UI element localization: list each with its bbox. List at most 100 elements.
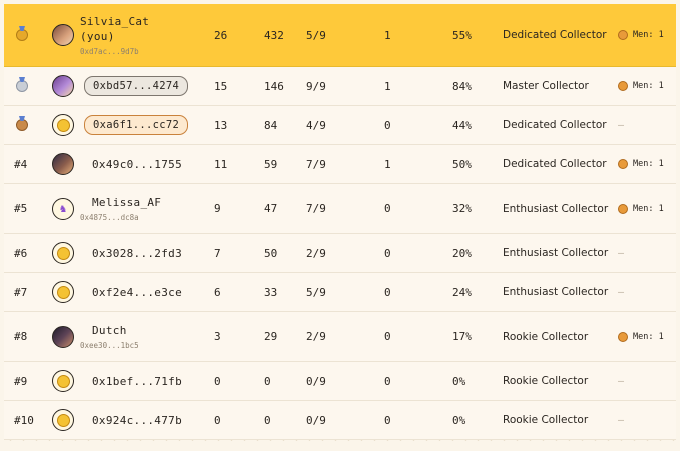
stat-c: 0/9 [306, 413, 326, 427]
table-row[interactable]: #8 Dutch 0xee30...1bc5 3 29 2/9 0 17% Ro… [4, 312, 676, 362]
men-count: — [618, 286, 625, 298]
stat-percent: 44% [452, 118, 472, 132]
men-icon [618, 81, 628, 91]
coin-icon [56, 246, 70, 260]
stat-b: 146 [264, 79, 284, 93]
men-count: — [618, 414, 625, 426]
stat-c: 7/9 [306, 157, 326, 171]
men-count: Men: 1 [633, 159, 664, 169]
avatar [52, 153, 74, 175]
stat-percent: 17% [452, 330, 472, 343]
men-count: Men: 1 [633, 331, 664, 342]
table-row[interactable]: #5 ♞ Melissa_AF 0x4875...dc8a 9 47 7/9 0… [4, 184, 676, 234]
stat-a: 11 [214, 157, 228, 171]
bronze-medal-icon [16, 119, 28, 131]
rank-number: #7 [14, 285, 28, 299]
stat-b: 0 [264, 374, 271, 388]
stat-d: 0 [384, 246, 391, 260]
coin-icon [56, 374, 70, 388]
collector-level: Enthusiast Collector [503, 286, 609, 298]
player-name[interactable]: 0x3028...2fd3 [92, 247, 182, 260]
men-count: — [618, 119, 625, 131]
stat-c: 9/9 [306, 79, 326, 93]
stat-a: 0 [214, 374, 221, 388]
you-label: (you) [80, 29, 115, 43]
stat-a: 7 [214, 246, 221, 260]
rank-number: #5 [14, 202, 28, 215]
table-row[interactable]: #9 0x1bef...71fb 0 0 0/9 0 0% Rookie Col… [4, 362, 676, 401]
stat-percent: 24% [452, 285, 472, 299]
stat-a: 6 [214, 285, 221, 299]
collector-level: Enthusiast Collector [503, 202, 609, 215]
table-row[interactable]: #4 0x49c0...1755 11 59 7/9 1 50% Dedicat… [4, 145, 676, 184]
table-row[interactable]: #6 0x3028...2fd3 7 50 2/9 0 20% Enthusia… [4, 234, 676, 273]
stat-percent: 0% [452, 374, 466, 388]
men-count: Men: 1 [633, 81, 664, 91]
men-icon [618, 30, 628, 40]
stat-d: 0 [384, 202, 391, 215]
avatar [52, 281, 74, 303]
collector-level: Rookie Collector [503, 375, 589, 387]
wallet-pill[interactable]: 0xbd57...4274 [84, 76, 189, 96]
stat-d: 1 [384, 79, 391, 93]
stat-d: 1 [384, 157, 391, 171]
player-name[interactable]: Dutch [92, 324, 139, 337]
men-count: — [618, 375, 625, 387]
stat-c: 7/9 [306, 202, 326, 215]
stat-b: 33 [264, 285, 278, 299]
table-row[interactable]: 0xa6f1...cc72 13 84 4/9 0 44% Dedicated … [4, 106, 676, 145]
player-name[interactable]: Silvia_Cat [80, 15, 149, 28]
stat-c: 0/9 [306, 374, 326, 388]
rank-number: #8 [14, 330, 28, 343]
player-name[interactable]: Melissa_AF [92, 196, 161, 209]
table-row[interactable]: 0xbd57...4274 15 146 9/9 1 84% Master Co… [4, 67, 676, 106]
silver-medal-icon [16, 80, 28, 92]
stat-b: 432 [264, 28, 284, 42]
rank-number: #9 [14, 374, 28, 388]
player-name[interactable]: 0x49c0...1755 [92, 158, 182, 171]
avatar [52, 75, 74, 97]
avatar [52, 409, 74, 431]
coin-icon [56, 118, 70, 132]
avatar [52, 325, 74, 348]
men-icon [618, 203, 628, 214]
table-row[interactable]: #10 0x924c...477b 0 0 0/9 0 0% Rookie Co… [4, 401, 676, 440]
rank-number: #6 [14, 246, 28, 260]
player-name[interactable]: 0xf2e4...e3ce [92, 286, 182, 299]
stat-percent: 50% [452, 157, 472, 171]
stat-b: 59 [264, 157, 278, 171]
collector-level: Rookie Collector [503, 414, 589, 426]
collector-level: Dedicated Collector [503, 29, 607, 41]
avatar [52, 370, 74, 392]
table-row[interactable]: #7 0xf2e4...e3ce 6 33 5/9 0 24% Enthusia… [4, 273, 676, 312]
stat-b: 29 [264, 330, 278, 343]
stat-a: 3 [214, 330, 221, 343]
avatar [52, 114, 74, 136]
avatar: ♞ [52, 197, 74, 220]
stat-d: 0 [384, 374, 391, 388]
stat-c: 2/9 [306, 330, 326, 343]
rank-number: #10 [14, 413, 34, 427]
men-count: Men: 1 [633, 203, 664, 214]
player-name[interactable]: 0x924c...477b [92, 414, 182, 427]
player-name[interactable]: 0x1bef...71fb [92, 375, 182, 388]
stat-b: 84 [264, 118, 278, 132]
wallet-address: 0x4875...dc8a [80, 212, 139, 222]
stat-percent: 55% [452, 28, 472, 42]
stat-percent: 0% [452, 413, 466, 427]
stat-a: 9 [214, 202, 221, 215]
wallet-pill[interactable]: 0xa6f1...cc72 [84, 115, 189, 135]
avatar [52, 24, 74, 46]
stat-b: 50 [264, 246, 278, 260]
table-row-you[interactable]: Silvia_Cat (you) 0xd7ac...9d7b 26 432 5/… [4, 4, 676, 67]
stat-d: 0 [384, 413, 391, 427]
gold-medal-icon [16, 29, 28, 41]
stat-c: 2/9 [306, 246, 326, 260]
stat-a: 15 [214, 79, 228, 93]
stat-d: 1 [384, 28, 391, 42]
collector-level: Master Collector [503, 80, 589, 92]
stat-a: 13 [214, 118, 228, 132]
men-count: — [618, 247, 625, 259]
stat-c: 5/9 [306, 28, 326, 42]
men-icon [618, 159, 628, 169]
